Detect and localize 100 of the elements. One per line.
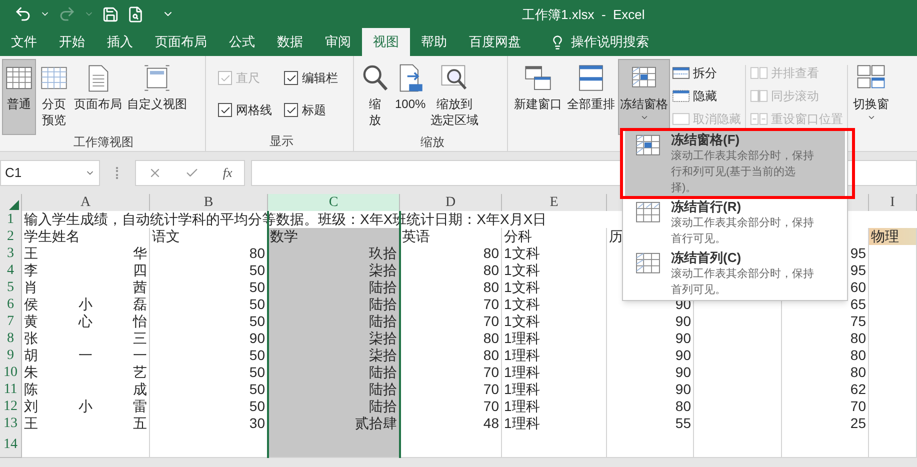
name-part: 心 xyxy=(78,313,92,330)
name-part: 陈 xyxy=(24,381,38,398)
name-part: 黄 xyxy=(24,313,38,330)
row-header[interactable]: 10 xyxy=(0,364,22,382)
ribbon-tab[interactable]: 文件 xyxy=(0,28,48,56)
tell-me-search[interactable]: 操作说明搜索 xyxy=(571,32,649,52)
checkbox[interactable] xyxy=(218,103,232,117)
window-frame-icon xyxy=(142,63,172,93)
checkmark-icon xyxy=(286,72,296,84)
name-part: 胡 xyxy=(24,347,38,364)
window-icon xyxy=(672,110,690,126)
name-part: 刘 xyxy=(24,398,38,415)
row-header[interactable]: 12 xyxy=(0,398,22,416)
table-cell: 70 xyxy=(400,398,502,416)
ribbon-tab[interactable]: 插入 xyxy=(96,28,144,56)
table-cell: 1文科 xyxy=(502,296,607,314)
name-part: 一 xyxy=(133,347,147,364)
menu-item[interactable]: 冻结窗格(F) 滚动工作表其余部分时，保持行和列可见(基于当前的选择)。 xyxy=(625,130,845,197)
ribbon-button[interactable]: 缩放到 选定区域 xyxy=(428,59,481,135)
row-header[interactable]: 7 xyxy=(0,313,22,331)
table-cell: 48 xyxy=(400,415,502,433)
table-cell: 1理科 xyxy=(502,330,607,348)
row-header[interactable]: 3 xyxy=(0,245,22,263)
caret-icon xyxy=(640,113,648,122)
row-header[interactable]: 5 xyxy=(0,279,22,297)
ribbon-tab[interactable]: 审阅 xyxy=(314,28,362,56)
ribbon-button[interactable]: 隐藏 xyxy=(672,86,741,105)
name-part: 朱 xyxy=(24,364,38,381)
row-header[interactable]: 2 xyxy=(0,228,22,246)
table-cell: 物理 xyxy=(869,228,917,246)
row-header[interactable]: 4 xyxy=(0,262,22,280)
save-icon[interactable] xyxy=(102,6,119,22)
name-box[interactable]: C1 xyxy=(0,160,100,186)
table-cell: 柒拾 xyxy=(268,262,400,280)
table-cell: 柒拾 xyxy=(268,330,400,348)
table-cell: 80 xyxy=(782,347,869,365)
ribbon-button[interactable]: 100% xyxy=(393,59,428,135)
table-cell: 80 xyxy=(782,330,869,348)
table-cell: 陆拾 xyxy=(268,279,400,297)
undo-icon[interactable] xyxy=(14,5,32,23)
reset-windows-icon xyxy=(750,110,768,126)
group-label: 工作簿视图 xyxy=(74,135,134,149)
ribbon-button[interactable]: 冻结窗格 xyxy=(618,59,670,135)
table-cell: 陆拾 xyxy=(268,364,400,382)
checkbox[interactable] xyxy=(284,71,298,85)
insert-function-button[interactable]: fx xyxy=(222,163,232,183)
table-cell: 90 xyxy=(607,381,694,399)
name-part: 五 xyxy=(133,415,147,432)
ribbon-button[interactable]: 自定义视图 xyxy=(125,59,189,135)
row-header[interactable]: 11 xyxy=(0,381,22,399)
ribbon-button[interactable]: 缩 放 xyxy=(358,59,392,135)
name-part: 小 xyxy=(78,296,92,313)
lightbulb-icon xyxy=(550,34,565,50)
table-cell: 1理科 xyxy=(502,347,607,365)
ribbon-tab[interactable]: 视图 xyxy=(362,28,410,56)
name-part: 成 xyxy=(133,381,147,398)
table-cell: 1文科 xyxy=(502,245,607,263)
table-cell: 玖拾 xyxy=(268,245,400,263)
name-part: 李 xyxy=(24,262,38,279)
row-header[interactable]: 14 xyxy=(0,432,22,458)
ribbon-button[interactable]: 拆分 xyxy=(672,63,741,82)
table-cell: 陆拾 xyxy=(268,398,400,416)
column-header[interactable]: D xyxy=(400,194,502,213)
checkbox[interactable] xyxy=(284,103,298,117)
ribbon-tab[interactable]: 帮助 xyxy=(410,28,458,56)
name-part: 雷 xyxy=(133,398,147,415)
print-preview-icon[interactable] xyxy=(127,6,144,22)
checkbox-label: 直尺 xyxy=(236,70,260,87)
table-cell: 70 xyxy=(400,313,502,331)
name-part: 三 xyxy=(133,330,147,347)
table-cell: 80 xyxy=(400,330,502,348)
ribbon-button[interactable]: 切换窗 xyxy=(851,59,891,135)
ribbon-button[interactable]: 页面布局 xyxy=(72,59,124,135)
ribbon-tab[interactable]: 百度网盘 xyxy=(458,28,532,56)
table-cell: 75 xyxy=(782,313,869,331)
row-header[interactable]: 1 xyxy=(0,211,22,229)
hidden-window-icon xyxy=(672,88,690,104)
row-header[interactable]: 9 xyxy=(0,347,22,365)
table-cell: 70 xyxy=(400,364,502,382)
ribbon-tab[interactable]: 页面布局 xyxy=(144,28,218,56)
sync-scroll-icon xyxy=(750,88,768,104)
table-cell: 70 xyxy=(400,381,502,399)
ribbon-button[interactable]: 新建窗口 xyxy=(512,59,564,135)
column-header[interactable]: A xyxy=(22,194,150,213)
table-cell: 陆拾 xyxy=(268,296,400,314)
table-cell: 1文科 xyxy=(502,262,607,280)
checkmark-icon xyxy=(220,104,230,116)
name-part: 小 xyxy=(78,398,92,415)
ribbon-tab[interactable]: 数据 xyxy=(266,28,314,56)
ribbon-button[interactable]: 全部重排 xyxy=(565,59,617,135)
ribbon-button[interactable]: 分页 预览 xyxy=(37,59,71,135)
window-title: 工作簿1.xlsx - Excel xyxy=(522,6,645,24)
row-header[interactable]: 8 xyxy=(0,330,22,348)
corner-triangle-icon xyxy=(9,200,19,210)
table-cell: 90 xyxy=(607,313,694,331)
ribbon-tab[interactable]: 公式 xyxy=(218,28,266,56)
ribbon-tab[interactable]: 开始 xyxy=(48,28,96,56)
row-header[interactable]: 13 xyxy=(0,415,22,433)
row-header[interactable]: 6 xyxy=(0,296,22,314)
ribbon-button[interactable]: 普通 xyxy=(2,59,36,135)
